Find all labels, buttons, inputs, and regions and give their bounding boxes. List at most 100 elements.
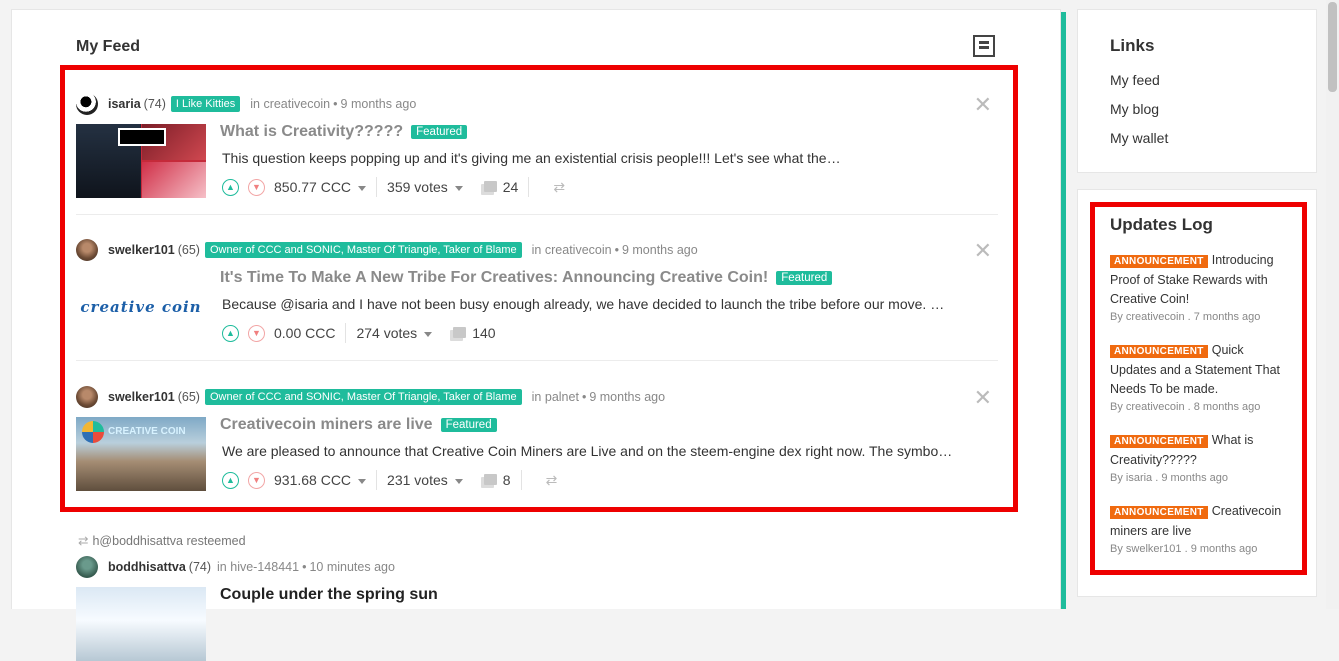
- update-meta: By swelker101 . 9 months ago: [1110, 543, 1258, 555]
- separator-dot: •: [581, 390, 587, 404]
- post-time: 10 minutes ago: [309, 560, 395, 574]
- upvote-icon[interactable]: ▲: [222, 178, 239, 196]
- author-name[interactable]: isaria: [108, 97, 141, 111]
- divider: [76, 360, 998, 361]
- author-reputation: (74): [143, 97, 166, 111]
- separator-dot: •: [302, 560, 307, 574]
- post-thumbnail[interactable]: [76, 124, 206, 198]
- author-name[interactable]: boddhisattva: [108, 560, 186, 574]
- avatar[interactable]: [76, 93, 98, 115]
- post-thumbnail[interactable]: [76, 587, 206, 661]
- community-link[interactable]: palnet: [545, 390, 579, 404]
- announcement-badge: ANNOUNCEMENT: [1110, 506, 1208, 519]
- downvote-icon[interactable]: ▼: [248, 324, 265, 342]
- announcement-badge: ANNOUNCEMENT: [1110, 345, 1208, 358]
- update-headline[interactable]: ANNOUNCEMENT Quick Updates and a Statemen…: [1110, 341, 1288, 399]
- links-title: Links: [1110, 36, 1155, 55]
- votes-dropdown[interactable]: 231 votes: [387, 472, 463, 488]
- divider: [345, 323, 347, 343]
- announcement-badge: ANNOUNCEMENT: [1110, 435, 1208, 448]
- comment-icon: [483, 181, 497, 192]
- feed-post: boddhisattva (74) in hive-148441 • 10 mi…: [76, 555, 996, 661]
- resteem-icon[interactable]: ⇄: [553, 179, 565, 196]
- divider: [520, 470, 522, 490]
- update-headline[interactable]: ANNOUNCEMENT Introducing Proof of Stake R…: [1110, 251, 1288, 309]
- feed-post: swelker101 (65) Owner of CCC and SONIC, …: [76, 238, 996, 348]
- in-label: in: [217, 560, 227, 574]
- post-thumbnail[interactable]: CREATIVE COIN: [76, 417, 206, 491]
- payout-value[interactable]: 0.00 CCC: [274, 325, 335, 341]
- in-label: in: [531, 243, 542, 257]
- votes-dropdown[interactable]: 359 votes: [387, 179, 463, 195]
- downvote-icon[interactable]: ▼: [248, 471, 265, 489]
- comments-link[interactable]: 140: [453, 325, 496, 341]
- post-author-row: swelker101 (65) Owner of CCC and SONIC, …: [76, 238, 698, 262]
- post-title-text[interactable]: It's Time To Make A New Tribe For Creati…: [220, 269, 768, 287]
- post-excerpt[interactable]: We are pleased to announce that Creative…: [222, 443, 994, 459]
- downvote-icon[interactable]: ▼: [248, 178, 265, 196]
- close-icon[interactable]: ✕: [974, 387, 992, 409]
- scrollbar-thumb[interactable]: [1328, 2, 1337, 92]
- payout-value: 850.77 CCC: [274, 179, 352, 195]
- divider: [376, 470, 378, 490]
- post-title[interactable]: Couple under the spring sun: [220, 586, 438, 604]
- link-my-wallet[interactable]: My wallet: [1110, 130, 1168, 146]
- post-excerpt[interactable]: This question keeps popping up and it's …: [222, 150, 994, 166]
- upvote-icon[interactable]: ▲: [222, 471, 239, 489]
- avatar[interactable]: [76, 239, 98, 261]
- author-name[interactable]: swelker101: [108, 243, 175, 257]
- thumbnail-logo-text: creative coin: [80, 298, 202, 316]
- close-icon[interactable]: ✕: [974, 94, 992, 116]
- payout-dropdown[interactable]: 850.77 CCC: [274, 179, 367, 195]
- update-headline[interactable]: ANNOUNCEMENT What is Creativity?????: [1110, 431, 1288, 470]
- post-title-text[interactable]: Couple under the spring sun: [220, 586, 438, 604]
- update-item[interactable]: ANNOUNCEMENT Creativecoin miners are live…: [1110, 502, 1288, 555]
- updates-title: Updates Log: [1110, 215, 1213, 234]
- link-my-feed[interactable]: My feed: [1110, 72, 1160, 88]
- author-reputation: (74): [188, 560, 212, 574]
- payout-value: 931.68 CCC: [274, 472, 352, 488]
- divider: [76, 214, 998, 215]
- link-my-blog[interactable]: My blog: [1110, 101, 1159, 117]
- post-thumbnail[interactable]: creative coin: [76, 270, 206, 344]
- update-meta: By isaria . 9 months ago: [1110, 472, 1229, 484]
- in-label: in: [531, 390, 542, 404]
- update-headline[interactable]: ANNOUNCEMENT Creativecoin miners are live: [1110, 502, 1288, 541]
- votes-count: 359 votes: [387, 179, 448, 195]
- votes-count: 231 votes: [387, 472, 448, 488]
- post-author-row: isaria (74) I Like Kitties in creativeco…: [76, 92, 416, 116]
- close-icon[interactable]: ✕: [974, 240, 992, 262]
- layout-toggle-icon[interactable]: [973, 35, 995, 57]
- resteem-text: h@boddhisattva resteemed: [92, 534, 246, 548]
- update-item[interactable]: ANNOUNCEMENT What is Creativity????? By i…: [1110, 431, 1288, 484]
- community-link[interactable]: hive-148441: [230, 560, 299, 574]
- payout-dropdown[interactable]: 931.68 CCC: [274, 472, 367, 488]
- resteem-icon[interactable]: ⇄: [546, 472, 558, 489]
- update-item[interactable]: ANNOUNCEMENT Introducing Proof of Stake R…: [1110, 251, 1288, 323]
- scrollbar[interactable]: [1326, 0, 1339, 609]
- divider: [376, 177, 378, 197]
- author-name[interactable]: swelker101: [108, 390, 175, 404]
- votes-dropdown[interactable]: 274 votes: [356, 325, 433, 341]
- resteem-icon: ⇄: [78, 534, 89, 548]
- community-link[interactable]: creativecoin: [545, 243, 612, 257]
- avatar[interactable]: [76, 386, 98, 408]
- comments-link[interactable]: 24: [483, 179, 518, 195]
- update-meta: By creativecoin . 8 months ago: [1110, 401, 1261, 413]
- post-time: 9 months ago: [589, 390, 666, 404]
- teal-divider: [1061, 12, 1066, 609]
- post-excerpt[interactable]: Because @isaria and I have not been busy…: [222, 296, 994, 312]
- update-item[interactable]: ANNOUNCEMENT Quick Updates and a Statemen…: [1110, 341, 1288, 413]
- avatar[interactable]: [76, 556, 98, 578]
- upvote-icon[interactable]: ▲: [222, 324, 239, 342]
- post-title[interactable]: Creativecoin miners are live Featured: [220, 416, 497, 434]
- post-title[interactable]: What is Creativity????? Featured: [220, 123, 468, 141]
- resteem-line: ⇄ h@boddhisattva resteemed: [78, 533, 246, 548]
- post-title[interactable]: It's Time To Make A New Tribe For Creati…: [220, 269, 833, 287]
- community-link[interactable]: creativecoin: [263, 97, 330, 111]
- author-reputation: (65): [177, 390, 200, 404]
- post-actions: ▲ ▼ 0.00 CCC 274 votes 140: [222, 322, 496, 344]
- post-title-text[interactable]: What is Creativity?????: [220, 123, 403, 141]
- comments-link[interactable]: 8: [483, 472, 511, 488]
- post-title-text[interactable]: Creativecoin miners are live: [220, 416, 433, 434]
